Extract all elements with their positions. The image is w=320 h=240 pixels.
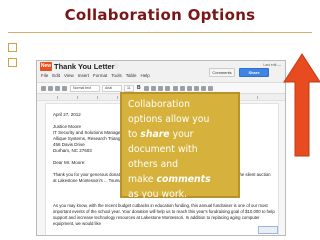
docs-header: New Thank You Letter ☆ File Edit View In… xyxy=(37,61,285,83)
pointer-arrow-icon xyxy=(256,52,320,158)
undo-icon[interactable] xyxy=(48,86,53,91)
comments-button[interactable]: Comments xyxy=(209,68,235,77)
callout-line: make comments xyxy=(128,174,211,185)
address-line: Justice Moore xyxy=(53,124,82,129)
star-icon[interactable]: ☆ xyxy=(113,62,119,70)
callout-line: others and xyxy=(128,159,179,170)
address-line: Durham, NC 27603 xyxy=(53,148,92,153)
letter-paragraph: As you may know, with the recent budget … xyxy=(53,203,275,226)
collaboration-callout: Collaboration options allow you to share… xyxy=(120,92,240,200)
italic-icon[interactable] xyxy=(144,86,149,91)
share-emphasis: share xyxy=(140,129,170,140)
bullet-square-icon xyxy=(8,58,17,67)
bullet-square-icon xyxy=(8,43,17,52)
menu-help[interactable]: Help xyxy=(141,73,150,78)
numbered-list-icon[interactable] xyxy=(180,86,185,91)
text-color-icon[interactable] xyxy=(158,86,163,91)
slide-title: Collaboration Options xyxy=(64,6,256,24)
document-title[interactable]: Thank You Letter xyxy=(54,62,115,71)
menu-edit[interactable]: Edit xyxy=(52,73,60,78)
address-line: IT Security and Solutions Manager xyxy=(53,130,122,135)
address-line: 456 Davis Drive xyxy=(53,142,85,147)
font-select[interactable]: Arial xyxy=(102,85,122,92)
bulleted-list-icon[interactable] xyxy=(187,86,192,91)
letter-date: April 27, 2012 xyxy=(53,112,81,117)
align-left-icon[interactable] xyxy=(201,86,206,91)
letter-salutation: Dear Mr. Moore: xyxy=(53,160,86,165)
menu-file[interactable]: File xyxy=(41,73,48,78)
callout-line: to share your xyxy=(128,129,194,140)
menu-table[interactable]: Table xyxy=(126,73,137,78)
callout-line: Collaboration xyxy=(128,99,190,110)
callout-line: options allow you xyxy=(128,114,210,125)
title-divider xyxy=(8,32,312,33)
highlight-icon[interactable] xyxy=(165,86,170,91)
print-icon[interactable] xyxy=(41,86,46,91)
menu-view[interactable]: View xyxy=(64,73,74,78)
bold-button[interactable]: B xyxy=(137,85,141,91)
callout-line: as you work. xyxy=(128,189,187,200)
underline-icon[interactable] xyxy=(151,86,156,91)
redo-icon[interactable] xyxy=(55,86,60,91)
callout-line: document with xyxy=(128,144,198,155)
comments-emphasis: comments xyxy=(156,174,211,185)
menu-tools[interactable]: Tools xyxy=(111,73,122,78)
style-select[interactable]: Normal text xyxy=(70,85,100,92)
menu-format[interactable]: Format xyxy=(93,73,107,78)
paint-format-icon[interactable] xyxy=(62,86,67,91)
menu-bar: File Edit View Insert Format Tools Table… xyxy=(41,73,150,78)
align-center-icon[interactable] xyxy=(208,86,213,91)
insert-image-icon[interactable] xyxy=(258,226,278,234)
menu-insert[interactable]: Insert xyxy=(78,73,89,78)
font-size-select[interactable]: 11 xyxy=(124,85,134,92)
link-icon[interactable] xyxy=(173,86,178,91)
indent-icon[interactable] xyxy=(194,86,199,91)
new-badge: New xyxy=(40,62,52,71)
